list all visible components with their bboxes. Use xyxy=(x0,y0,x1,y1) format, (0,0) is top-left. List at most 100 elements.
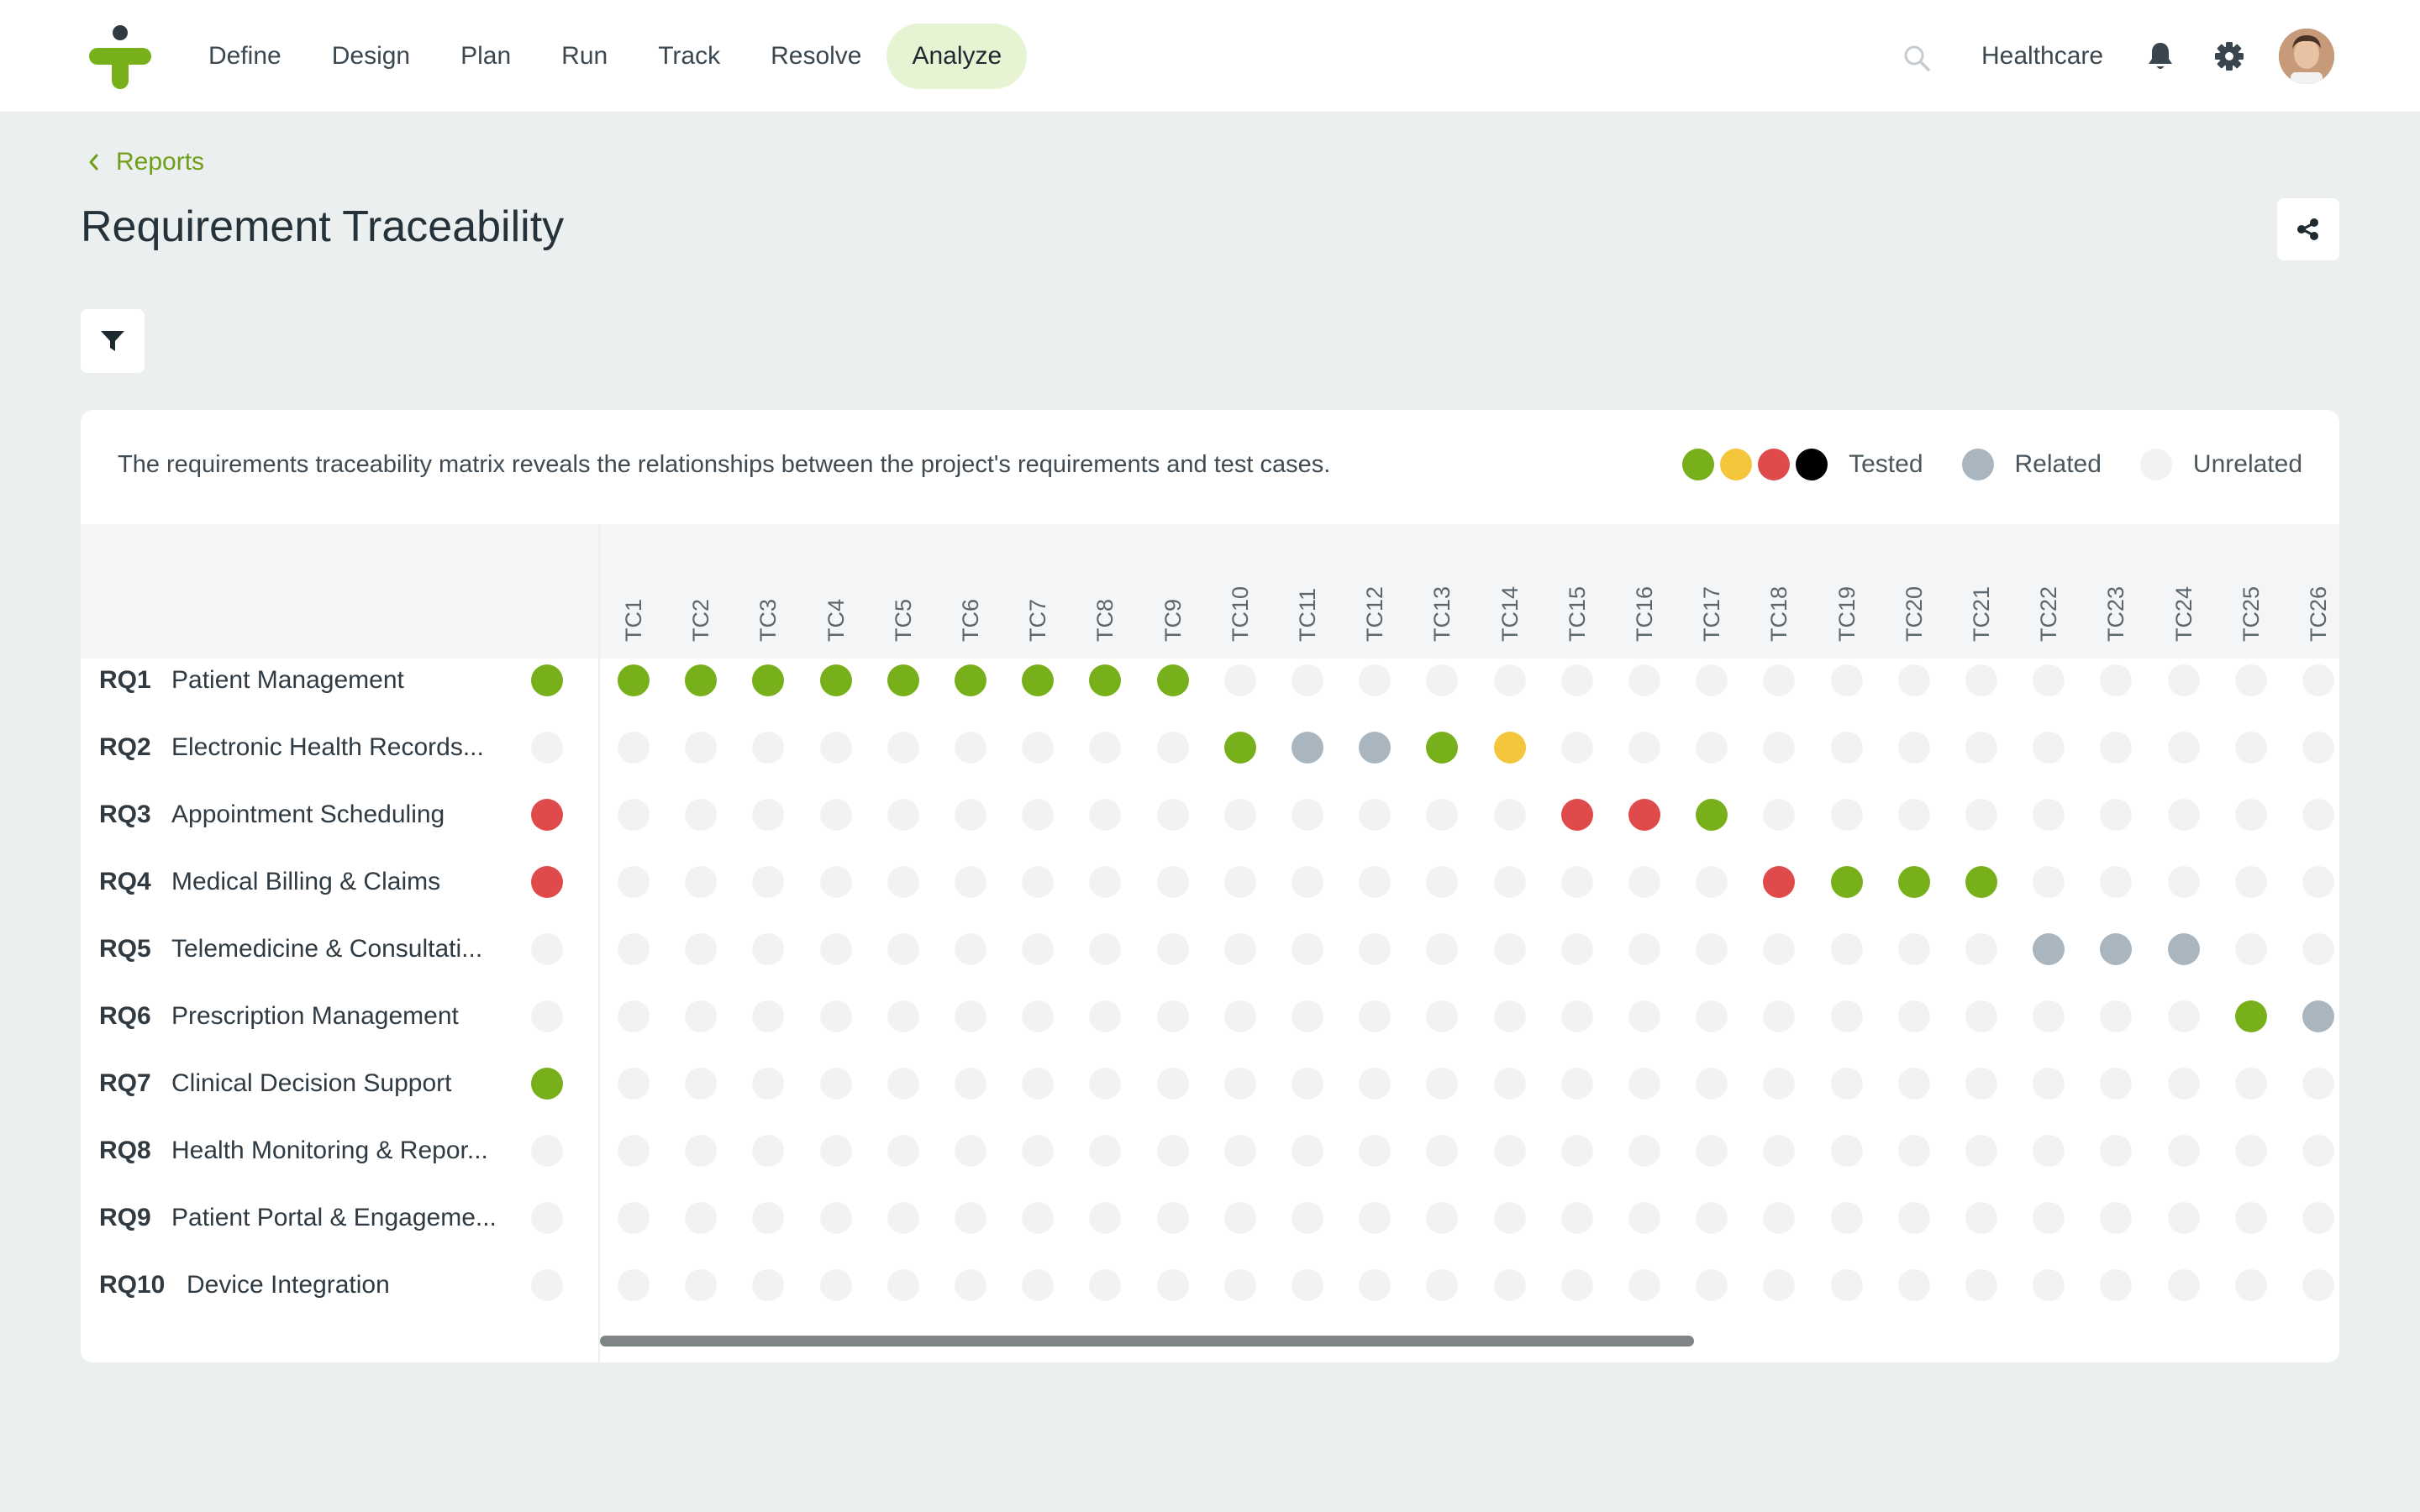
matrix-cell-rq1-tc26[interactable] xyxy=(2302,664,2334,696)
matrix-cell-rq8-tc24[interactable] xyxy=(2167,1135,2200,1167)
requirement-name[interactable]: Patient Management xyxy=(171,664,404,697)
matrix-cell-rq4-tc4[interactable] xyxy=(819,866,852,898)
matrix-cell-rq6-tc2[interactable] xyxy=(685,1000,718,1032)
matrix-cell-rq10-tc12[interactable] xyxy=(1359,1269,1392,1301)
matrix-cell-rq10-tc11[interactable] xyxy=(1292,1269,1323,1301)
matrix-cell-rq2-tc10[interactable] xyxy=(1223,732,1256,764)
nav-run[interactable]: Run xyxy=(536,24,633,89)
matrix-cell-rq4-tc15[interactable] xyxy=(1560,866,1593,898)
matrix-cell-rq1-tc9[interactable] xyxy=(1156,664,1189,696)
matrix-cell-rq2-tc5[interactable] xyxy=(886,732,919,764)
bell-icon[interactable] xyxy=(2146,40,2175,72)
column-header-tc19[interactable]: TC19 xyxy=(1834,586,1860,642)
matrix-cell-rq4-tc8[interactable] xyxy=(1089,866,1122,898)
matrix-cell-rq4-tc23[interactable] xyxy=(2100,866,2133,898)
matrix-cell-rq3-tc22[interactable] xyxy=(2033,799,2065,831)
user-avatar[interactable] xyxy=(2279,29,2334,84)
matrix-cell-rq8-tc18[interactable] xyxy=(1763,1135,1796,1167)
search-icon[interactable] xyxy=(1902,44,1931,72)
matrix-cell-rq4-tc22[interactable] xyxy=(2033,866,2065,898)
matrix-cell-rq6-tc24[interactable] xyxy=(2167,1000,2200,1032)
matrix-cell-rq9-tc14[interactable] xyxy=(1493,1202,1526,1234)
matrix-cell-rq10-tc26[interactable] xyxy=(2302,1269,2334,1301)
matrix-cell-rq5-tc18[interactable] xyxy=(1763,933,1796,965)
matrix-cell-rq4-tc18[interactable] xyxy=(1763,866,1796,898)
matrix-cell-rq2-tc2[interactable] xyxy=(685,732,718,764)
matrix-cell-rq7-tc8[interactable] xyxy=(1089,1068,1122,1100)
requirement-id[interactable]: RQ5 xyxy=(99,932,151,966)
matrix-cell-rq3-tc18[interactable] xyxy=(1763,799,1796,831)
matrix-cell-rq1-tc16[interactable] xyxy=(1628,664,1660,696)
requirement-name[interactable]: Appointment Scheduling xyxy=(171,798,445,832)
matrix-cell-rq3-tc17[interactable] xyxy=(1696,799,1728,831)
matrix-cell-rq1-tc10[interactable] xyxy=(1223,664,1256,696)
matrix-cell-rq10-tc22[interactable] xyxy=(2033,1269,2065,1301)
matrix-cell-rq10-tc3[interactable] xyxy=(752,1269,785,1301)
matrix-cell-rq8-tc19[interactable] xyxy=(1830,1135,1863,1167)
matrix-cell-rq2-tc19[interactable] xyxy=(1830,732,1863,764)
column-header-tc6[interactable]: TC6 xyxy=(958,599,983,642)
matrix-cell-rq9-tc22[interactable] xyxy=(2033,1202,2065,1234)
workspace-selector[interactable]: Healthcare xyxy=(1981,37,2103,76)
matrix-cell-rq3-tc23[interactable] xyxy=(2100,799,2133,831)
matrix-cell-rq4-tc11[interactable] xyxy=(1292,866,1323,898)
matrix-cell-rq2-tc11[interactable] xyxy=(1292,732,1323,764)
matrix-cell-rq9-tc19[interactable] xyxy=(1830,1202,1863,1234)
matrix-cell-rq5-tc14[interactable] xyxy=(1493,933,1526,965)
matrix-cell-rq5-tc22[interactable] xyxy=(2033,933,2065,965)
matrix-cell-rq4-tc26[interactable] xyxy=(2302,866,2334,898)
matrix-cell-rq8-tc15[interactable] xyxy=(1560,1135,1593,1167)
matrix-cell-rq1-tc20[interactable] xyxy=(1897,664,1930,696)
matrix-cell-rq4-tc13[interactable] xyxy=(1426,866,1459,898)
matrix-cell-rq2-tc23[interactable] xyxy=(2100,732,2133,764)
matrix-cell-rq10-tc18[interactable] xyxy=(1763,1269,1796,1301)
matrix-cell-rq2-tc26[interactable] xyxy=(2302,732,2334,764)
matrix-cell-rq10-tc14[interactable] xyxy=(1493,1269,1526,1301)
column-header-tc2[interactable]: TC2 xyxy=(688,599,713,642)
matrix-cell-rq3-tc21[interactable] xyxy=(1965,799,1997,831)
matrix-cell-rq1-tc4[interactable] xyxy=(819,664,852,696)
matrix-cell-rq10-tc10[interactable] xyxy=(1223,1269,1256,1301)
matrix-cell-rq3-tc24[interactable] xyxy=(2167,799,2200,831)
matrix-cell-rq5-tc6[interactable] xyxy=(955,933,986,965)
matrix-cell-rq2-tc18[interactable] xyxy=(1763,732,1796,764)
matrix-cell-rq2-tc6[interactable] xyxy=(955,732,986,764)
matrix-cell-rq9-tc7[interactable] xyxy=(1022,1202,1055,1234)
matrix-cell-rq4-tc2[interactable] xyxy=(685,866,718,898)
matrix-cell-rq3-tc9[interactable] xyxy=(1156,799,1189,831)
column-header-tc14[interactable]: TC14 xyxy=(1497,586,1523,642)
matrix-cell-rq5-tc15[interactable] xyxy=(1560,933,1593,965)
matrix-cell-rq7-tc20[interactable] xyxy=(1897,1068,1930,1100)
matrix-cell-rq6-tc20[interactable] xyxy=(1897,1000,1930,1032)
matrix-cell-rq7-tc7[interactable] xyxy=(1022,1068,1055,1100)
column-header-tc22[interactable]: TC22 xyxy=(2036,586,2061,642)
matrix-cell-rq4-tc3[interactable] xyxy=(752,866,785,898)
matrix-cell-rq5-tc4[interactable] xyxy=(819,933,852,965)
matrix-cell-rq9-tc12[interactable] xyxy=(1359,1202,1392,1234)
matrix-cell-rq7-tc22[interactable] xyxy=(2033,1068,2065,1100)
column-header-tc20[interactable]: TC20 xyxy=(1902,586,1927,642)
matrix-cell-rq3-tc1[interactable] xyxy=(618,799,650,831)
matrix-cell-rq6-tc8[interactable] xyxy=(1089,1000,1122,1032)
matrix-cell-rq3-tc10[interactable] xyxy=(1223,799,1256,831)
matrix-cell-rq10-tc24[interactable] xyxy=(2167,1269,2200,1301)
matrix-cell-rq10-tc25[interactable] xyxy=(2234,1269,2267,1301)
matrix-cell-rq6-tc17[interactable] xyxy=(1696,1000,1728,1032)
matrix-cell-rq8-tc3[interactable] xyxy=(752,1135,785,1167)
matrix-cell-rq6-tc16[interactable] xyxy=(1628,1000,1660,1032)
matrix-cell-rq7-tc15[interactable] xyxy=(1560,1068,1593,1100)
matrix-cell-rq6-tc9[interactable] xyxy=(1156,1000,1189,1032)
matrix-cell-rq10-tc1[interactable] xyxy=(618,1269,650,1301)
matrix-cell-rq6-tc21[interactable] xyxy=(1965,1000,1997,1032)
matrix-cell-rq7-tc3[interactable] xyxy=(752,1068,785,1100)
column-header-tc24[interactable]: TC24 xyxy=(2171,586,2196,642)
matrix-cell-rq10-tc5[interactable] xyxy=(886,1269,919,1301)
matrix-cell-rq5-tc11[interactable] xyxy=(1292,933,1323,965)
matrix-cell-rq2-tc22[interactable] xyxy=(2033,732,2065,764)
requirement-id[interactable]: RQ7 xyxy=(99,1067,151,1100)
matrix-cell-rq10-tc20[interactable] xyxy=(1897,1269,1930,1301)
column-header-tc11[interactable]: TC11 xyxy=(1295,588,1320,642)
column-header-tc5[interactable]: TC5 xyxy=(891,599,916,642)
matrix-cell-rq6-tc5[interactable] xyxy=(886,1000,919,1032)
matrix-cell-rq2-tc3[interactable] xyxy=(752,732,785,764)
